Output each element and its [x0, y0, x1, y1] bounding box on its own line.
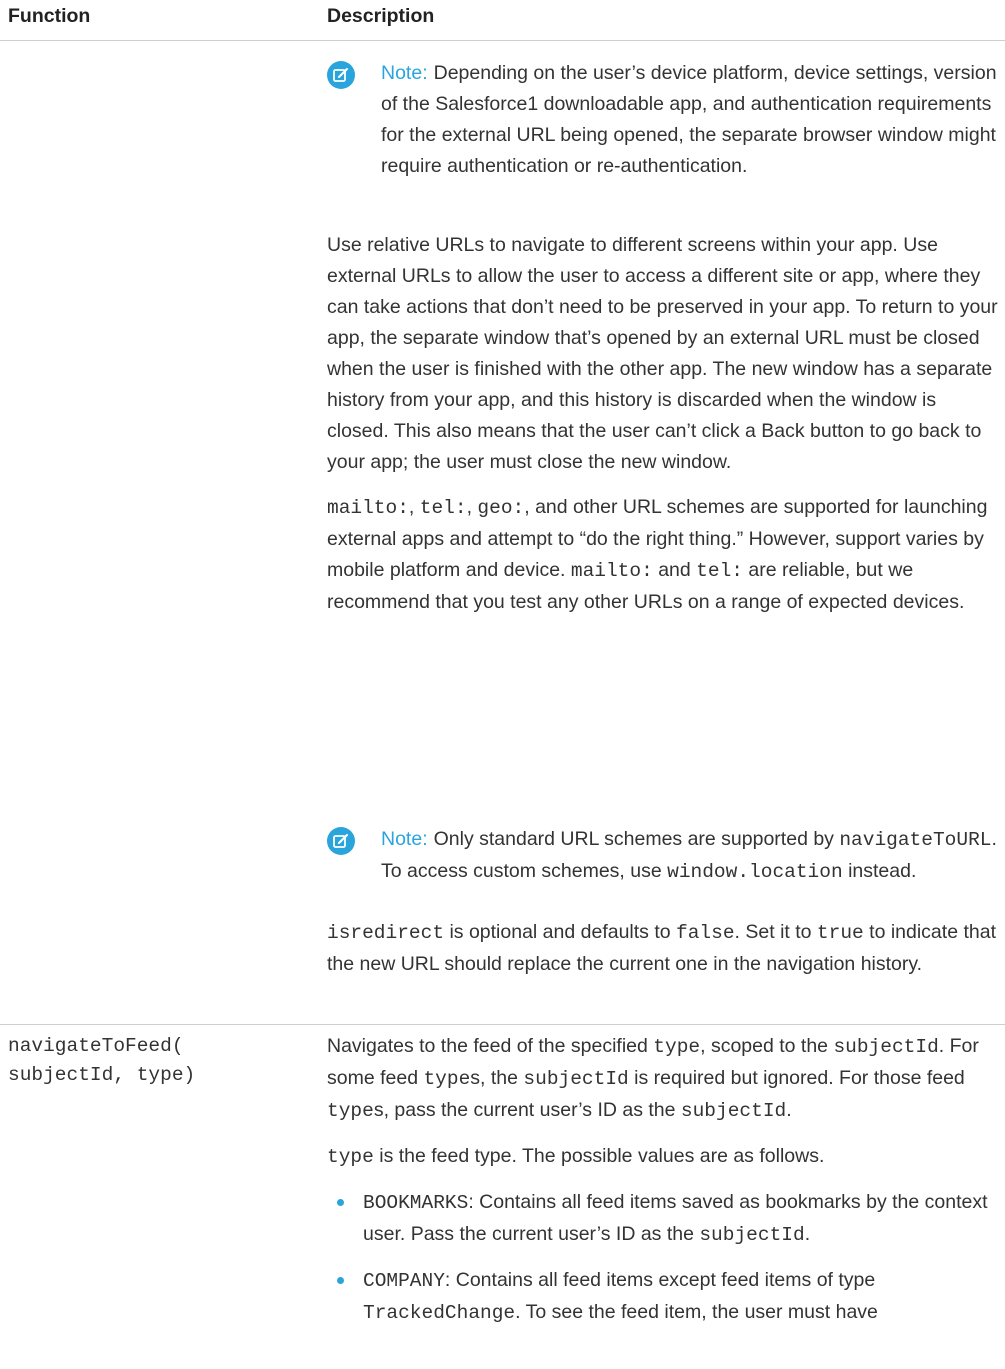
- text: : Contains all feed items except feed it…: [444, 1269, 876, 1291]
- list-item: BOOKMARKS: Contains all feed items saved…: [327, 1187, 999, 1251]
- text: ,: [408, 496, 420, 518]
- column-header-description: Description: [327, 5, 435, 27]
- code-window-location: window.location: [667, 861, 843, 883]
- text: and: [652, 559, 697, 581]
- note-label: Note:: [381, 828, 428, 850]
- code-isredirect: isredirect: [327, 922, 445, 944]
- code-company: COMPANY: [363, 1270, 445, 1292]
- code-type: type: [653, 1036, 701, 1058]
- function-signature-line: subjectId, type): [8, 1064, 196, 1086]
- description-cell: isredirect is optional and defaults to f…: [327, 917, 999, 994]
- code-false: false: [676, 922, 735, 944]
- code-type: type: [327, 1146, 374, 1168]
- text: is optional and defaults to: [444, 921, 677, 943]
- code-subjectid: subjectId: [833, 1036, 939, 1058]
- text: ,: [466, 496, 478, 518]
- paragraph-relative-urls: Use relative URLs to navigate to differe…: [327, 234, 998, 473]
- note-body: Depending on the user’s device platform,…: [381, 62, 997, 177]
- note-box: Note: Depending on the user’s device plat…: [327, 58, 999, 182]
- paragraph-url-schemes: mailto:, tel:, geo:, and other URL schem…: [327, 492, 999, 618]
- code-type: type: [423, 1068, 471, 1090]
- feed-type-list: BOOKMARKS: Contains all feed items saved…: [327, 1187, 999, 1329]
- code-true: true: [816, 922, 864, 944]
- text: is required but ignored. For those feed: [628, 1067, 965, 1089]
- text: Navigates to the feed of the specified: [327, 1035, 654, 1057]
- function-signature-line: navigateToFeed(: [8, 1035, 184, 1057]
- note-label: Note:: [381, 62, 428, 84]
- text: .: [786, 1099, 792, 1121]
- note-box: Note: Only standard URL schemes are suppo…: [327, 824, 999, 888]
- text: is the feed type. The possible values ar…: [373, 1145, 825, 1167]
- note-text: Note: Only standard URL schemes are suppo…: [381, 824, 999, 888]
- list-item: COMPANY: Contains all feed items except …: [327, 1265, 999, 1329]
- text: s, pass the current user’s ID as the: [373, 1099, 681, 1121]
- code-subjectid: subjectId: [523, 1068, 629, 1090]
- note-body: instead.: [842, 860, 917, 882]
- text: . To see the feed item, the user must ha…: [515, 1301, 878, 1323]
- text: .: [804, 1223, 811, 1245]
- text: s, the: [470, 1067, 524, 1089]
- code-trackedchange: TrackedChange: [363, 1302, 516, 1324]
- bullet-icon: [337, 1277, 344, 1284]
- edit-note-icon: [327, 61, 355, 89]
- code-mailto: mailto:: [570, 560, 653, 582]
- paragraph-navigate-feed: Navigates to the feed of the specified t…: [327, 1031, 999, 1127]
- text: . Set it to: [734, 921, 817, 943]
- code-navigatetourl: navigateToURL: [839, 829, 992, 851]
- code-bookmarks: BOOKMARKS: [363, 1192, 469, 1214]
- code-mailto: mailto:: [327, 497, 409, 519]
- text: , scoped to the: [700, 1035, 834, 1057]
- row-divider: [0, 1024, 1005, 1025]
- code-geo: geo:: [477, 497, 525, 519]
- note-text: Note: Depending on the user’s device plat…: [381, 58, 999, 182]
- bullet-icon: [337, 1199, 344, 1206]
- code-tel: tel:: [696, 560, 743, 582]
- edit-note-icon: [327, 827, 355, 855]
- column-header-function: Function: [8, 5, 91, 27]
- code-tel: tel:: [419, 497, 467, 519]
- note-body: Only standard URL schemes are supported …: [433, 828, 840, 850]
- table-header: Function Description: [0, 0, 1005, 41]
- code-subjectid: subjectId: [699, 1224, 805, 1246]
- description-cell: Use relative URLs to navigate to differe…: [327, 230, 999, 632]
- code-subjectid: subjectId: [680, 1100, 787, 1122]
- description-cell: Navigates to the feed of the specified t…: [327, 1031, 999, 1343]
- paragraph-type: type is the feed type. The possible valu…: [327, 1141, 999, 1173]
- function-cell: navigateToFeed( subjectId, type): [8, 1032, 308, 1090]
- code-type: type: [327, 1100, 374, 1122]
- paragraph-isredirect: isredirect is optional and defaults to f…: [327, 917, 999, 980]
